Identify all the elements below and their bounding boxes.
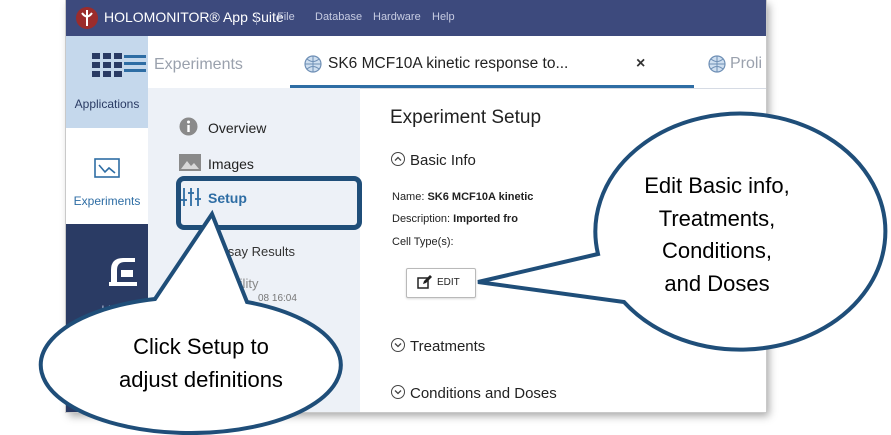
callout-right-line-1: Edit Basic info, xyxy=(644,173,790,198)
callout-right-line-2: Treatments, xyxy=(658,205,776,231)
callout-left-text: Click Setup to adjust definitions xyxy=(70,331,332,396)
callout-right-line-3: Conditions, xyxy=(661,238,773,264)
callout-right-line-4: and Doses xyxy=(664,270,770,296)
callout-right-text: Edit Basic info, Treatments, Conditions,… xyxy=(606,170,828,300)
callout-left-line-2: adjust definitions xyxy=(119,366,283,392)
callout-left-line-1: Click Setup to xyxy=(133,334,269,359)
